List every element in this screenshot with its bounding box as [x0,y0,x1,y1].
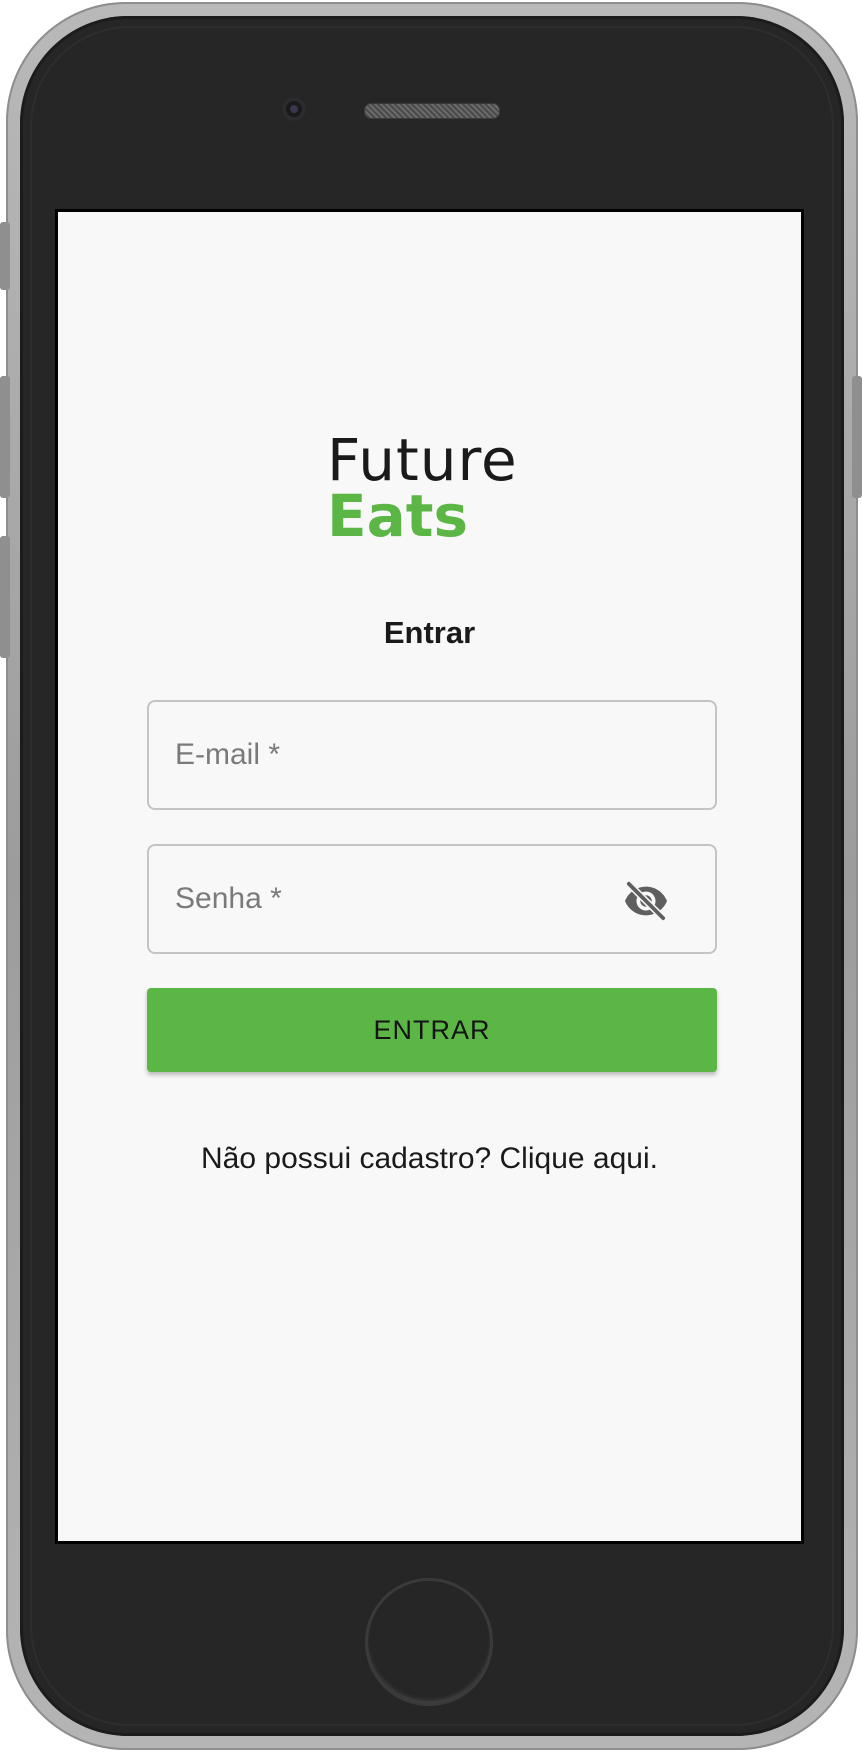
email-field [147,700,717,810]
password-field [147,844,717,954]
front-camera [282,97,306,121]
eye-off-icon[interactable] [623,880,669,922]
home-button[interactable] [365,1578,493,1706]
mute-switch [0,222,10,290]
logo-text-future: Future [327,426,518,494]
app-logo: Future Eats [327,431,547,545]
signup-link[interactable]: Não possui cadastro? Clique aqui. [58,1142,801,1176]
phone-screen: Future Eats Entrar ENTRAR Não possui cad… [55,209,804,1544]
page-title: Entrar [383,615,476,650]
power-button [852,376,862,498]
earpiece-speaker [364,103,500,119]
volume-up-button [0,376,10,498]
volume-down-button [0,536,10,658]
submit-button[interactable]: ENTRAR [147,988,717,1072]
logo-text-eats: Eats [327,482,469,550]
email-input[interactable] [149,702,715,808]
page: Future Eats Entrar ENTRAR Não possui cad… [0,0,862,1754]
